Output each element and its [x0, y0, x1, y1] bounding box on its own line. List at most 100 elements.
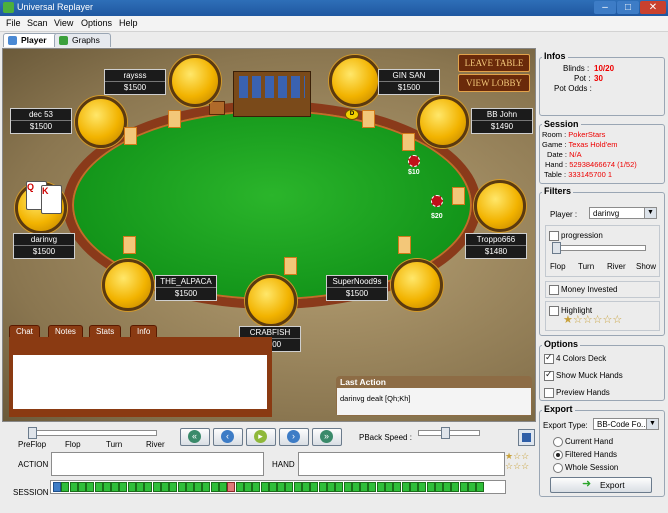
maximize-button[interactable]: □	[617, 1, 639, 14]
star-outline-icon[interactable]: ☆	[513, 461, 521, 471]
session-hand-marker[interactable]	[111, 482, 120, 492]
star-outline-icon[interactable]: ☆	[521, 451, 529, 461]
action-field[interactable]	[51, 452, 264, 476]
menu-file[interactable]: File	[6, 18, 21, 28]
highlight-rating[interactable]: ★☆☆☆☆☆	[563, 313, 622, 326]
session-hand-marker[interactable]	[194, 482, 203, 492]
session-hand-marker[interactable]	[443, 482, 452, 492]
star-outline-icon[interactable]: ☆	[573, 314, 583, 326]
session-hand-marker[interactable]	[409, 482, 418, 492]
first-hand-button[interactable]: «	[180, 428, 210, 446]
seat-supernood9s[interactable]	[391, 259, 443, 311]
export-button[interactable]: ➜ Export	[550, 477, 652, 493]
view-lobby-button[interactable]: VIEW LOBBY	[458, 74, 530, 92]
street-slider[interactable]	[28, 430, 157, 436]
session-hand-marker[interactable]	[277, 482, 286, 492]
money-invested-checkbox[interactable]	[549, 285, 559, 295]
tab-stats[interactable]: Stats	[89, 325, 122, 337]
preview-hands-checkbox[interactable]	[544, 388, 554, 398]
menu-help[interactable]: Help	[119, 18, 138, 28]
session-hand-marker[interactable]	[185, 482, 194, 492]
star-icon[interactable]: ★	[563, 314, 573, 326]
seat-troppo666[interactable]	[474, 180, 526, 232]
show-muck-checkbox[interactable]	[544, 369, 554, 381]
session-hand-marker[interactable]	[426, 482, 435, 492]
star-outline-icon[interactable]: ☆	[513, 451, 521, 461]
seat-raysss[interactable]	[169, 55, 221, 107]
seat-dec53[interactable]	[75, 96, 127, 148]
session-hand-marker[interactable]	[202, 482, 211, 492]
leave-table-button[interactable]: LEAVE TABLE	[458, 54, 530, 72]
seat-crabfish[interactable]	[245, 275, 297, 327]
progression-checkbox[interactable]	[549, 231, 559, 241]
star-outline-icon[interactable]: ☆	[593, 314, 603, 326]
session-hand-marker[interactable]	[136, 482, 144, 492]
tab-notes[interactable]: Notes	[48, 325, 83, 337]
session-hand-marker[interactable]	[61, 482, 70, 492]
next-button[interactable]: ›	[279, 428, 309, 446]
session-hand-marker[interactable]	[476, 482, 485, 492]
session-hand-marker[interactable]	[318, 482, 327, 492]
tab-info[interactable]: Info	[130, 325, 158, 337]
last-hand-button[interactable]: »	[312, 428, 342, 446]
session-hand-marker[interactable]	[360, 482, 369, 492]
session-hand-bar[interactable]	[50, 480, 506, 494]
session-hand-marker[interactable]	[368, 482, 377, 492]
menu-view[interactable]: View	[54, 18, 73, 28]
prev-button[interactable]: ‹	[213, 428, 243, 446]
session-hand-marker[interactable]	[326, 482, 335, 492]
play-button[interactable]: ▸	[246, 428, 276, 446]
session-hand-marker[interactable]	[119, 482, 128, 492]
session-hand-marker[interactable]	[459, 482, 468, 492]
session-hand-marker[interactable]	[310, 482, 319, 492]
session-hand-marker[interactable]	[235, 482, 244, 492]
session-hand-marker[interactable]	[152, 482, 161, 492]
player-filter-select[interactable]: darinvg ▼	[589, 207, 657, 219]
chat-content[interactable]	[13, 355, 267, 409]
pback-speed-thumb[interactable]	[441, 427, 450, 439]
session-hand-marker[interactable]	[86, 482, 95, 492]
session-hand-marker[interactable]	[343, 482, 352, 492]
session-hand-marker[interactable]	[219, 482, 227, 492]
session-hand-marker[interactable]	[227, 482, 236, 492]
session-hand-marker[interactable]	[169, 482, 178, 492]
tab-chat[interactable]: Chat	[9, 325, 40, 337]
progression-slider[interactable]	[553, 245, 646, 251]
star-icon[interactable]: ★	[505, 451, 513, 461]
session-hand-marker[interactable]	[53, 482, 61, 492]
session-hand-marker[interactable]	[69, 482, 78, 492]
session-hand-marker[interactable]	[260, 482, 269, 492]
session-hand-marker[interactable]	[302, 482, 310, 492]
session-hand-marker[interactable]	[293, 482, 302, 492]
star-outline-icon[interactable]: ☆	[612, 314, 622, 326]
export-type-select[interactable]: BB-Code Fo... ▼	[593, 418, 659, 430]
street-slider-thumb[interactable]	[28, 427, 37, 439]
session-hand-marker[interactable]	[102, 482, 111, 492]
seat-bb-john[interactable]	[417, 96, 469, 148]
session-hand-marker[interactable]	[451, 482, 460, 492]
filtered-hands-radio[interactable]	[553, 450, 563, 460]
seat-the-alpaca[interactable]	[102, 259, 154, 311]
session-hand-marker[interactable]	[351, 482, 360, 492]
save-button[interactable]	[518, 429, 535, 446]
session-hand-marker[interactable]	[468, 482, 476, 492]
session-hand-marker[interactable]	[434, 482, 443, 492]
star-outline-icon[interactable]: ☆	[521, 461, 529, 471]
star-outline-icon[interactable]: ☆	[583, 314, 593, 326]
minimize-button[interactable]: –	[594, 1, 616, 14]
hand-field[interactable]	[298, 452, 505, 476]
hand-rating[interactable]: ★☆☆ ☆☆☆	[505, 451, 529, 471]
session-hand-marker[interactable]	[94, 482, 103, 492]
tab-player[interactable]: Player	[3, 33, 58, 47]
session-hand-marker[interactable]	[252, 482, 261, 492]
session-hand-marker[interactable]	[243, 482, 252, 492]
highlight-checkbox[interactable]	[549, 306, 559, 316]
session-hand-marker[interactable]	[376, 482, 385, 492]
session-hand-marker[interactable]	[418, 482, 427, 492]
session-hand-marker[interactable]	[393, 482, 402, 492]
session-hand-marker[interactable]	[177, 482, 186, 492]
current-hand-radio[interactable]	[553, 437, 563, 447]
session-hand-marker[interactable]	[285, 482, 294, 492]
whole-session-radio[interactable]	[553, 463, 563, 473]
four-colors-checkbox[interactable]	[544, 352, 554, 364]
